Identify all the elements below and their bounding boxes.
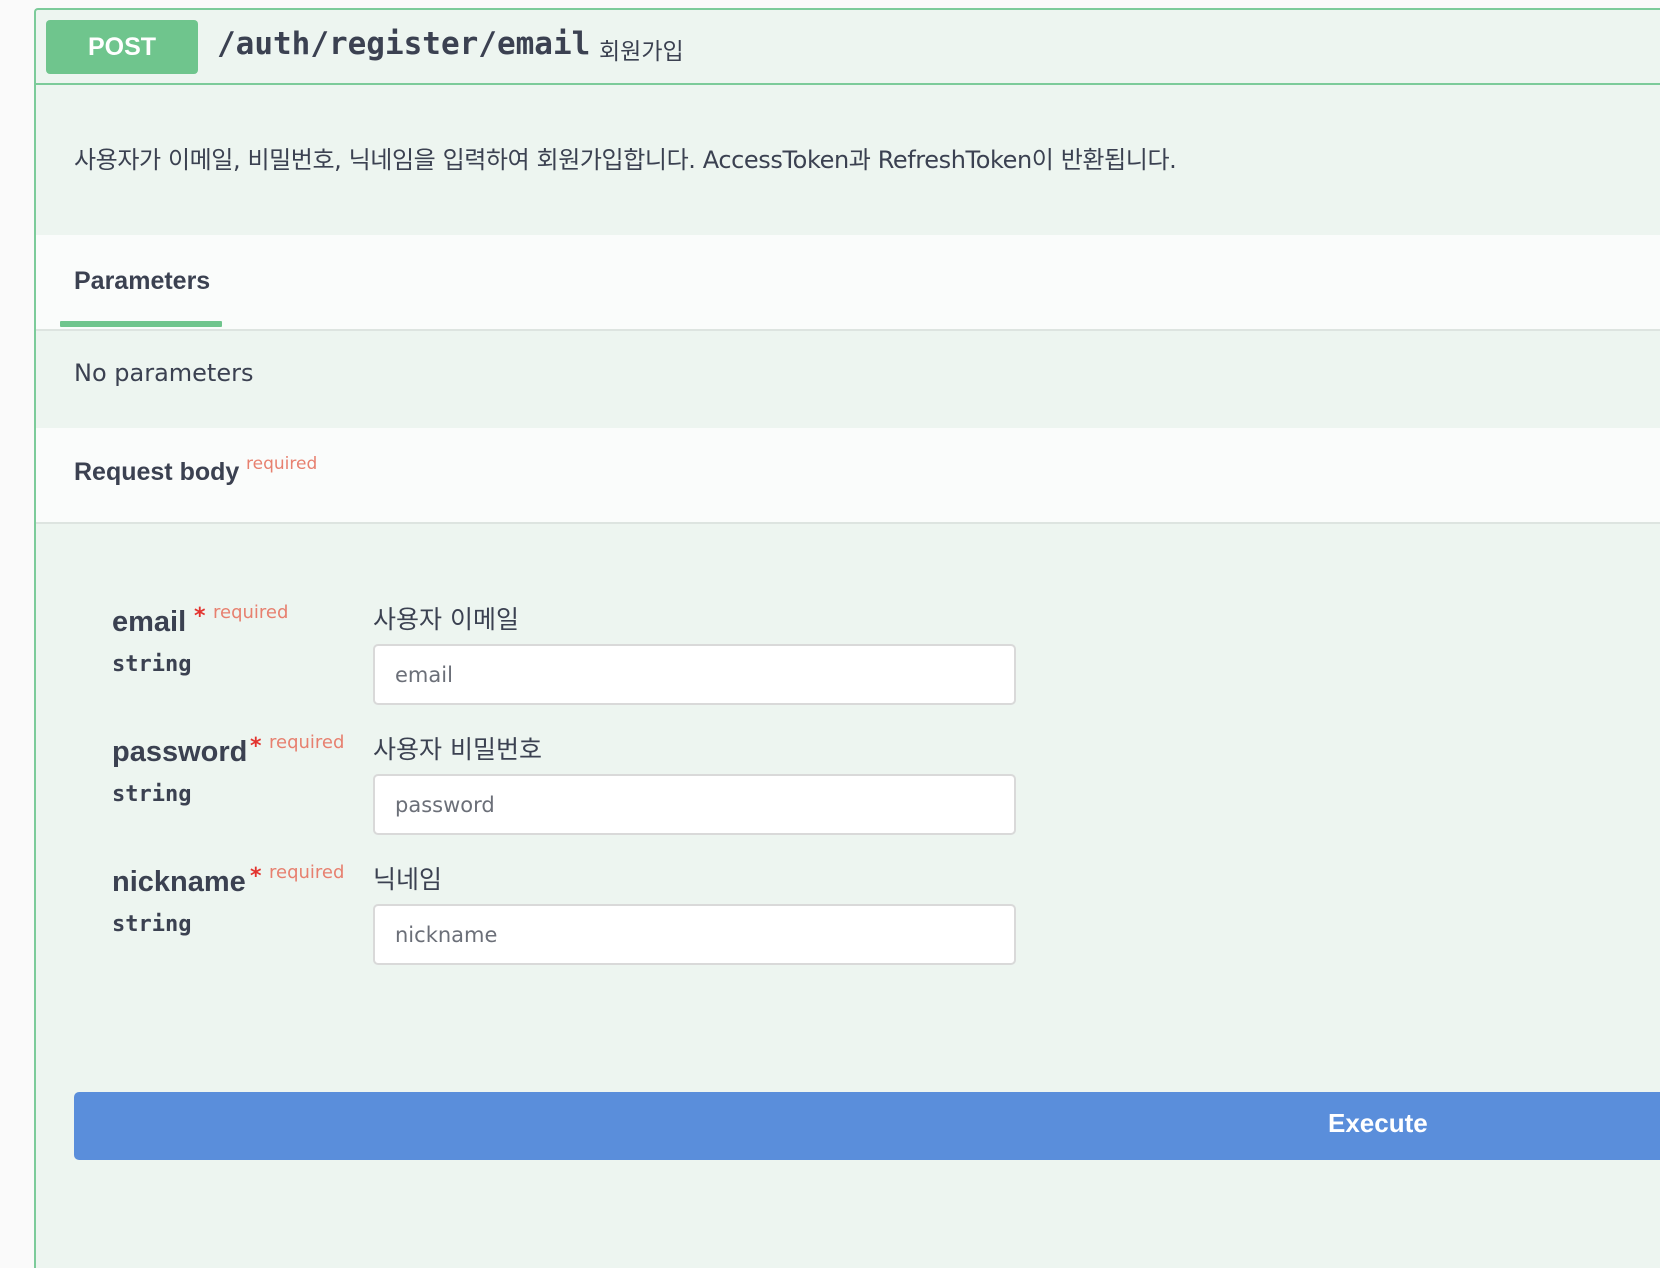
field-row-email: email * required string 사용자 이메일	[36, 602, 1660, 736]
field-type-password: string	[112, 782, 192, 807]
field-row-nickname: nickname * required string 닉네임	[36, 862, 1660, 996]
endpoint-description: 사용자가 이메일, 비밀번호, 닉네임을 입력하여 회원가입합니다. Acces…	[74, 146, 1177, 174]
no-parameters-text: No parameters	[74, 359, 254, 387]
request-body-required-label: required	[246, 454, 318, 474]
endpoint-summary: 회원가입	[599, 39, 684, 65]
tab-parameters-label: Parameters	[74, 267, 211, 295]
opblock-post: POST /auth/register/email 회원가입 사용자가 이메일,…	[34, 8, 1660, 1268]
field-required-label: required	[269, 862, 345, 883]
field-required-label: required	[269, 732, 345, 753]
nickname-input[interactable]	[373, 904, 1016, 965]
request-body-title: Request body	[74, 458, 240, 486]
request-body-header: Request body required	[36, 428, 1660, 524]
field-type-nickname: string	[112, 912, 192, 937]
field-name-nickname: nickname	[112, 866, 246, 898]
required-star: *	[250, 864, 262, 889]
tab-parameters[interactable]: Parameters	[60, 235, 222, 327]
opblock-summary[interactable]: POST /auth/register/email 회원가입	[36, 10, 1660, 85]
field-name-email: email	[112, 606, 187, 638]
field-name-password: password	[112, 736, 248, 768]
parameters-tab-header: Parameters	[36, 235, 1660, 331]
field-description-password: 사용자 비밀번호	[373, 735, 542, 764]
execute-button[interactable]: Execute	[74, 1092, 1660, 1160]
execute-button-label: Execute	[1328, 1108, 1428, 1138]
field-type-email: string	[112, 652, 192, 677]
endpoint-path: /auth/register/email	[217, 26, 591, 62]
http-method-badge: POST	[46, 20, 198, 74]
tab-active-indicator	[60, 321, 222, 327]
password-input[interactable]	[373, 774, 1016, 835]
field-required-label: required	[213, 602, 289, 623]
field-description-nickname: 닉네임	[373, 865, 443, 894]
required-star: *	[194, 604, 206, 629]
required-star: *	[250, 734, 262, 759]
field-description-email: 사용자 이메일	[373, 605, 519, 634]
email-input[interactable]	[373, 644, 1016, 705]
field-row-password: password * required string 사용자 비밀번호	[36, 732, 1660, 866]
